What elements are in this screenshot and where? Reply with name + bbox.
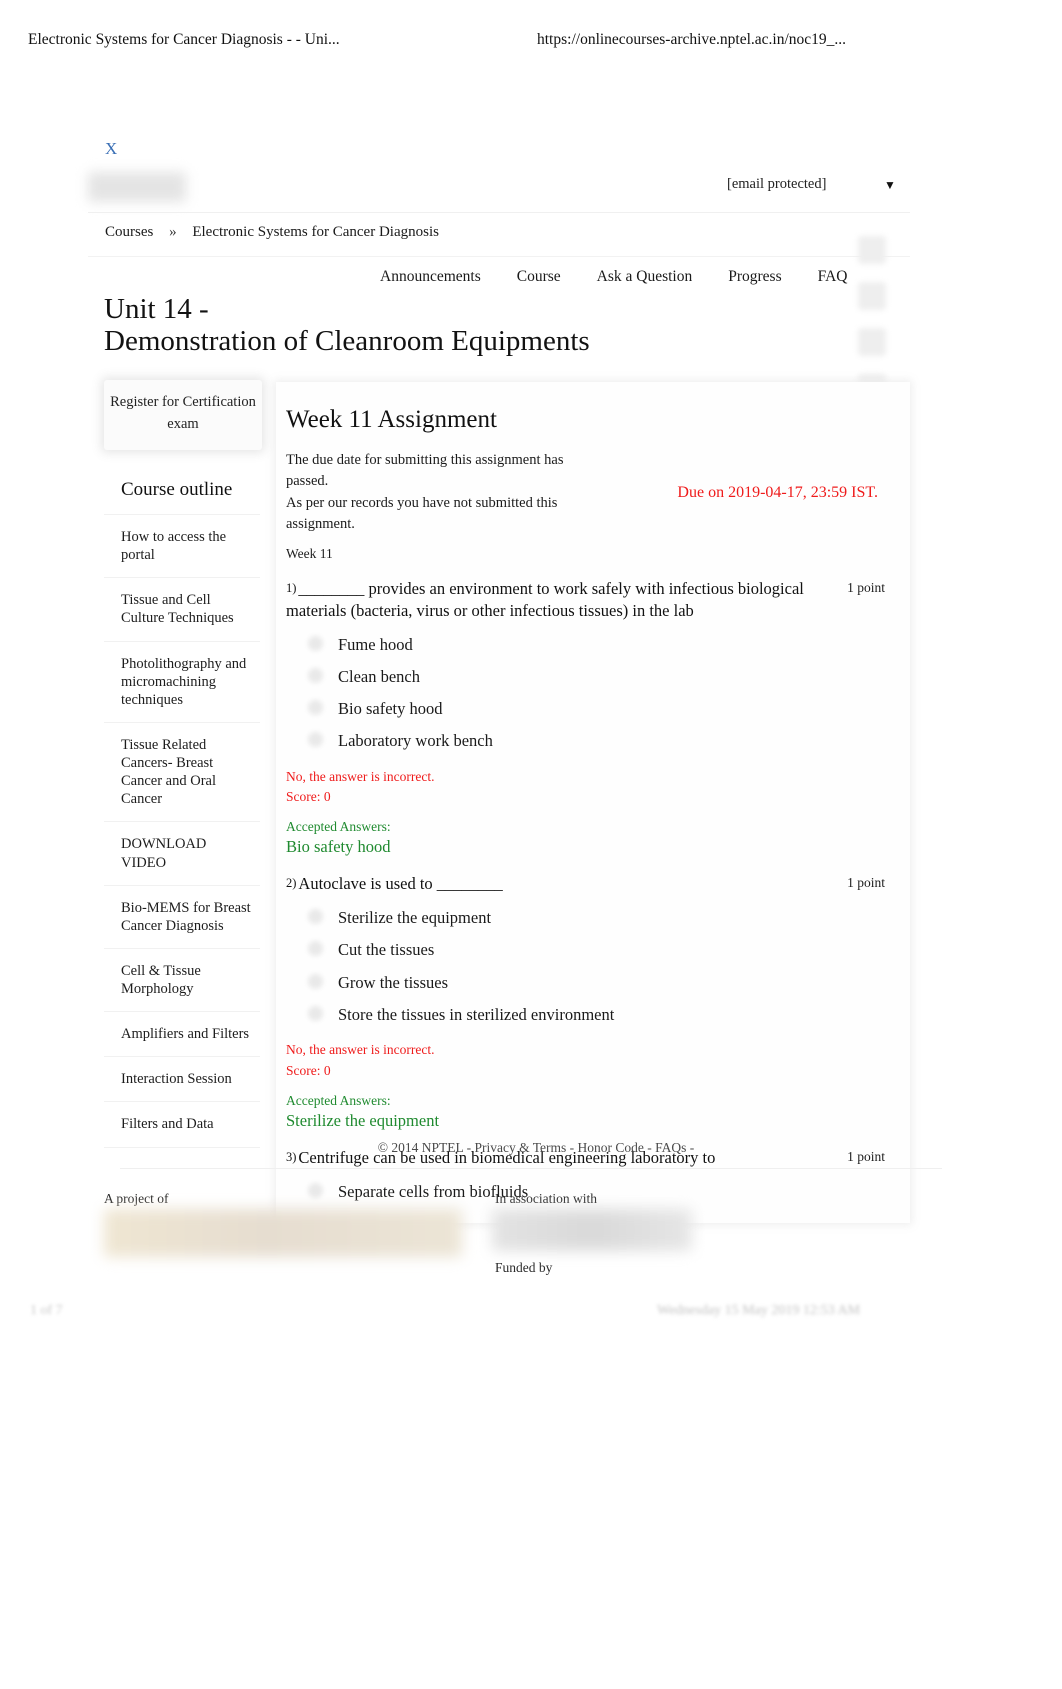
tab-faq[interactable]: FAQ <box>818 268 848 286</box>
question-2-feedback: No, the answer is incorrect. Score: 0 <box>286 1040 910 1081</box>
close-icon[interactable]: X <box>105 139 117 159</box>
print-footer-page-number: 1 of 7 <box>30 1303 63 1318</box>
option-row[interactable]: Store the tissues in sterilized environm… <box>286 1004 910 1036</box>
breadcrumb-current: Electronic Systems for Cancer Diagnosis <box>192 224 439 240</box>
question-1-incorrect-text: No, the answer is incorrect. <box>286 768 435 784</box>
tab-progress[interactable]: Progress <box>728 268 781 286</box>
page-body: X [email protected] ▼ Courses » Electron… <box>0 0 1062 1689</box>
question-1-points: 1 point <box>847 579 885 595</box>
question-2-number: 2) <box>286 876 297 891</box>
radio-icon[interactable] <box>308 909 323 925</box>
sidebar-item-download-video[interactable]: DOWNLOAD VIDEO <box>104 822 260 886</box>
sidebar-item-interaction-session[interactable]: Interaction Session <box>104 1057 260 1103</box>
question-2-points: 1 point <box>847 875 885 891</box>
sidebar-item-cell-and-tissue-morphology[interactable]: Cell & Tissue Morphology <box>104 949 260 1013</box>
question-2-incorrect-text: No, the answer is incorrect. <box>286 1042 435 1058</box>
option-label: Store the tissues in sterilized environm… <box>338 1004 615 1024</box>
breadcrumb-separator: » <box>169 224 177 240</box>
share-icon-1[interactable] <box>858 236 886 264</box>
question-2-options: Sterilize the equipment Cut the tissues … <box>286 907 910 1036</box>
sidebar-item-how-to-access-the-portal[interactable]: How to access the portal <box>104 514 260 579</box>
in-association-with-label: In association with <box>495 1191 597 1206</box>
due-block: The due date for submitting this assignm… <box>276 434 910 536</box>
question-2-accepted-answer: Sterilize the equipment <box>286 1110 440 1130</box>
due-note-line-2: As per our records you have not submitte… <box>286 494 558 533</box>
a-project-of-label: A project of <box>104 1191 169 1206</box>
assignment-title: Week 11 Assignment <box>286 406 497 433</box>
sidebar-item-tissue-related-cancers[interactable]: Tissue Related Cancers- Breast Cancer an… <box>104 723 260 823</box>
option-label: Clean bench <box>338 666 421 686</box>
project-of-logo <box>104 1209 462 1257</box>
option-row[interactable]: Bio safety hood <box>286 698 910 730</box>
question-1-text-wrapper: 1) ________ provides an environment to wo… <box>286 578 826 622</box>
option-row[interactable]: Laboratory work bench <box>286 730 910 762</box>
question-1-feedback: No, the answer is incorrect. Score: 0 <box>286 767 910 808</box>
course-sidebar: Register for Certification exam Course o… <box>104 380 262 1148</box>
funded-by-label: Funded by <box>495 1260 553 1275</box>
nav-divider <box>88 256 910 257</box>
page-title: Unit 14 - Demonstration of Cleanroom Equ… <box>104 293 590 358</box>
tab-ask-a-question[interactable]: Ask a Question <box>597 268 693 286</box>
chevron-down-icon[interactable]: ▼ <box>884 178 896 193</box>
due-date-badge: Due on 2019-04-17, 23:59 IST. <box>677 484 878 501</box>
question-2-text: Autoclave is used to ________ <box>298 874 503 894</box>
question-1: 1) ________ provides an environment to wo… <box>276 562 910 857</box>
question-1-accepted-answer: Bio safety hood <box>286 837 391 857</box>
sidebar-item-amplifiers-and-filters[interactable]: Amplifiers and Filters <box>104 1012 260 1058</box>
due-note: The due date for submitting this assignm… <box>286 450 606 536</box>
tab-announcements[interactable]: Announcements <box>380 268 481 286</box>
share-icon-2[interactable] <box>858 282 886 310</box>
breadcrumb: Courses » Electronic Systems for Cancer … <box>105 224 439 241</box>
option-label: Bio safety hood <box>338 699 443 719</box>
main-nav: Announcements Course Ask a Question Prog… <box>380 268 847 286</box>
option-row[interactable]: Grow the tissues <box>286 972 910 1004</box>
course-outline-list: How to access the portal Tissue and Cell… <box>104 514 260 1148</box>
share-icon-3[interactable] <box>858 328 886 356</box>
site-footer: © 2014 NPTEL - Privacy & Terms - Honor C… <box>0 1140 1062 1299</box>
question-2-text-wrapper: 2) Autoclave is used to ________ <box>286 873 826 895</box>
option-label: Grow the tissues <box>338 972 448 992</box>
question-1-score: Score: 0 <box>286 789 331 804</box>
question-1-number: 1) <box>286 580 297 595</box>
question-2-accepted-label: Accepted Answers: <box>286 1092 391 1108</box>
radio-icon[interactable] <box>308 732 323 748</box>
association-logo <box>492 1209 692 1251</box>
course-outline-heading: Course outline <box>121 478 233 500</box>
option-label: Laboratory work bench <box>338 731 493 751</box>
option-label: Cut the tissues <box>338 940 435 960</box>
question-2: 2) Autoclave is used to ________ 1 point … <box>276 857 910 1131</box>
question-1-options: Fume hood Clean bench Bio safety hood La… <box>286 634 910 763</box>
register-certification-button[interactable]: Register for Certification exam <box>104 380 262 450</box>
radio-icon[interactable] <box>308 1005 323 1021</box>
assignment-panel: Week 11 Assignment The due date for subm… <box>276 382 910 1223</box>
question-1-accepted-label: Accepted Answers: <box>286 819 391 835</box>
sidebar-item-tissue-and-cell-culture-techniques[interactable]: Tissue and Cell Culture Techniques <box>104 578 260 642</box>
account-email-label: [email protected] <box>727 176 827 192</box>
option-row[interactable]: Sterilize the equipment <box>286 907 910 939</box>
header-divider <box>88 212 910 213</box>
due-note-line-1: The due date for submitting this assignm… <box>286 452 564 490</box>
option-row[interactable]: Clean bench <box>286 666 910 698</box>
print-footer-timestamp: Wednesday 15 May 2019 12:53 AM <box>657 1303 861 1318</box>
radio-icon[interactable] <box>308 973 323 989</box>
radio-icon[interactable] <box>308 941 323 957</box>
footer-links[interactable]: © 2014 NPTEL - Privacy & Terms - Honor C… <box>0 1140 1062 1156</box>
option-row[interactable]: Cut the tissues <box>286 939 910 971</box>
sidebar-item-bio-mems-for-breast-cancer-diagnosis[interactable]: Bio-MEMS for Breast Cancer Diagnosis <box>104 886 260 949</box>
week-label: Week 11 <box>286 545 333 561</box>
option-label: Sterilize the equipment <box>338 908 492 928</box>
radio-icon[interactable] <box>308 667 323 683</box>
tab-course[interactable]: Course <box>517 268 561 286</box>
sidebar-item-photolithography-and-micromachining-techniques[interactable]: Photolithography and micromachining tech… <box>104 642 260 723</box>
question-2-score: Score: 0 <box>286 1062 331 1078</box>
question-1-text: ________ provides an environment to work… <box>286 578 804 620</box>
partner-section: A project of In association with Funded … <box>0 1169 1062 1299</box>
radio-icon[interactable] <box>308 700 323 716</box>
option-row[interactable]: Fume hood <box>286 634 910 666</box>
option-label: Fume hood <box>338 634 413 654</box>
nptel-logo <box>88 172 186 202</box>
breadcrumb-courses-link[interactable]: Courses <box>105 224 153 240</box>
radio-icon[interactable] <box>308 635 323 651</box>
